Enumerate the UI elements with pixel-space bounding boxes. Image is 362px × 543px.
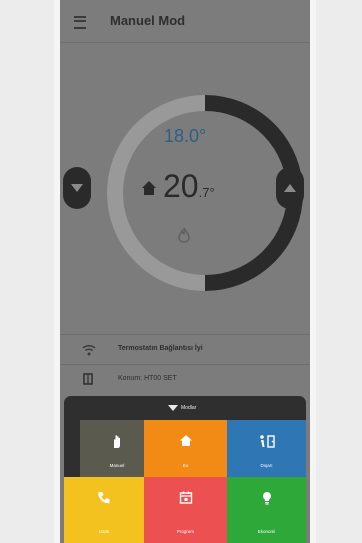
mode-panel: Modlar Manuel Ev Dışarı Uzak Program Eko… xyxy=(64,396,306,543)
house-icon xyxy=(142,181,156,195)
current-temp-degree: ° xyxy=(209,185,215,200)
mode-tile-remote[interactable]: Uzak xyxy=(64,477,144,543)
current-temperature: 20.7° xyxy=(163,170,215,202)
mode-tile-manual[interactable]: Manuel xyxy=(80,420,154,477)
home-icon xyxy=(179,435,192,446)
triangle-up-icon xyxy=(284,184,296,192)
device-icon xyxy=(83,373,93,385)
mode-panel-label: Modlar xyxy=(181,405,197,411)
current-temp-dec: .7 xyxy=(198,185,210,200)
connection-status-text: Termostatın Bağlantısı İyi xyxy=(118,345,203,352)
phone-icon xyxy=(98,492,110,504)
location-status-text: Konum: HT00 SET xyxy=(118,375,177,382)
app-bar: Manuel Mod xyxy=(60,0,310,43)
flame-icon xyxy=(178,227,190,243)
mode-tile-label: Uzak xyxy=(98,529,110,534)
mode-tile-away[interactable]: Dışarı xyxy=(227,420,306,477)
mode-tile-label: Dışarı xyxy=(260,463,273,468)
right-edge xyxy=(310,0,316,543)
wifi-icon xyxy=(82,344,96,356)
connection-status-row: Termostatın Bağlantısı İyi xyxy=(60,334,310,365)
decrease-temp-button[interactable] xyxy=(63,167,91,209)
mode-tile-economy[interactable]: Ekonomi xyxy=(227,477,306,543)
calendar-icon xyxy=(179,491,192,504)
app-screen: Manuel Mod 18.0° 20.7° Termostatın Bağla… xyxy=(60,0,310,543)
chevron-down-icon xyxy=(168,405,178,411)
mode-tile-label: Program xyxy=(176,529,195,534)
menu-icon[interactable] xyxy=(74,16,86,29)
increase-temp-button[interactable] xyxy=(276,167,304,209)
mode-panel-header[interactable]: Modlar xyxy=(64,396,306,420)
mode-tile-home[interactable]: Ev xyxy=(144,420,227,477)
mode-tile-label: Ekonomi xyxy=(257,529,276,534)
page-title: Manuel Mod xyxy=(110,13,186,28)
mode-tile-label: Manuel xyxy=(109,463,125,468)
mode-tile-label: Ev xyxy=(182,463,189,468)
location-status-row: Konum: HT00 SET xyxy=(60,364,310,395)
hand-icon xyxy=(114,435,120,448)
current-temp-int: 20 xyxy=(163,168,199,204)
mode-tile-program[interactable]: Program xyxy=(144,477,227,543)
triangle-down-icon xyxy=(71,184,83,192)
target-temperature: 18.0° xyxy=(164,126,207,146)
away-icon xyxy=(259,435,275,448)
bulb-icon xyxy=(262,492,271,505)
